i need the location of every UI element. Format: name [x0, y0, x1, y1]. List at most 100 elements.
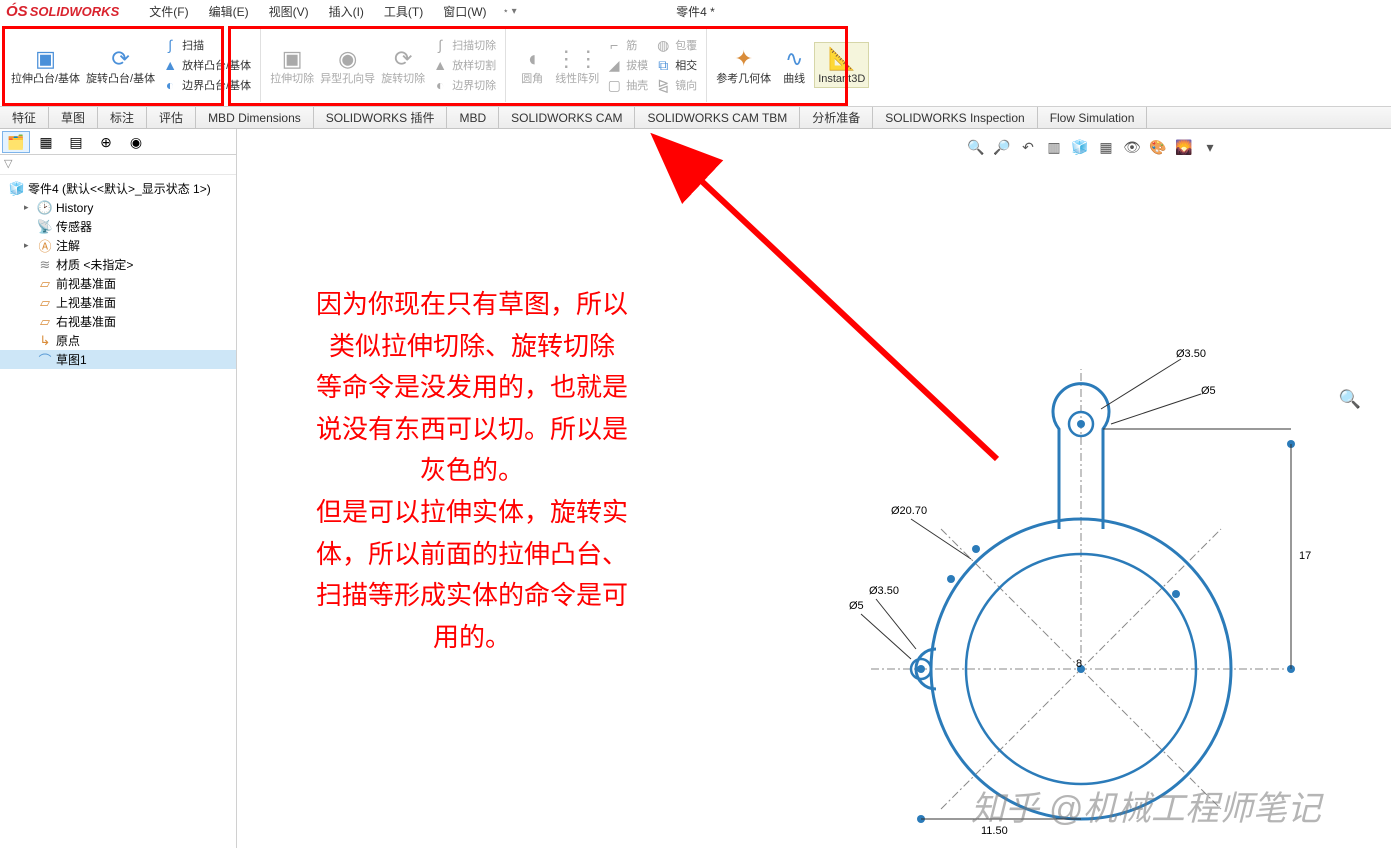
- wrap-icon: ◍: [654, 36, 672, 54]
- tab-mbd[interactable]: MBD: [447, 107, 499, 128]
- tab-features[interactable]: 特征: [0, 107, 49, 128]
- cut-boundary-button: ◐边界切除: [428, 75, 499, 95]
- tab-flowsim[interactable]: Flow Simulation: [1038, 107, 1148, 128]
- cut-sweep-icon: ∫: [431, 36, 449, 54]
- loft-button[interactable]: ▲放样凸台/基体: [158, 55, 254, 75]
- tab-evaluate[interactable]: 评估: [147, 107, 196, 128]
- dim-d5: Ø3.50: [869, 585, 899, 597]
- sb-tab-display[interactable]: ◉: [122, 131, 150, 153]
- shell-icon: ▢: [605, 76, 623, 94]
- plane-icon: ▱: [36, 276, 54, 292]
- tab-sketch[interactable]: 草图: [49, 107, 98, 128]
- tab-swcam-tbm[interactable]: SOLIDWORKS CAM TBM: [635, 107, 800, 128]
- expand-icon[interactable]: ▸: [24, 202, 36, 213]
- sb-tab-dim[interactable]: ⊕: [92, 131, 120, 153]
- cut-extrude-icon: ▣: [278, 45, 306, 73]
- cut-revolve-icon: ⟳: [389, 45, 417, 73]
- graphics-viewport[interactable]: 🔍 🔎 ↶ ▥ 🧊 ▦ 👁 🎨 🌄 ▾ 因为你现在只有草图，所以 类似拉伸切除、…: [237, 129, 1391, 848]
- ref-geom-icon: ✦: [730, 45, 758, 73]
- instant3d-icon: 📐: [828, 45, 856, 73]
- draft-icon: ◢: [605, 56, 623, 74]
- intersect-icon: ⧉: [654, 56, 672, 74]
- menu-edit[interactable]: 编辑(E): [199, 3, 259, 20]
- tab-analysis[interactable]: 分析准备: [800, 107, 873, 128]
- expand-icon[interactable]: ▸: [24, 240, 36, 251]
- hud-section[interactable]: ▥: [1043, 137, 1065, 157]
- feature-manager: 🗂️ ▦ ▤ ⊕ ◉ ▽ 🧊零件4 (默认<<默认>_显示状态 1>) ▸🕑Hi…: [0, 129, 237, 848]
- sweep-icon: ∫: [161, 36, 179, 54]
- sb-tab-config[interactable]: ▤: [62, 131, 90, 153]
- tab-addins[interactable]: SOLIDWORKS 插件: [314, 107, 448, 128]
- tree-sketch1[interactable]: ⌒草图1: [0, 350, 236, 369]
- tree-right-plane[interactable]: ▱右视基准面: [0, 312, 236, 331]
- hole-wizard-button: ◉ 异型孔向导: [317, 43, 378, 87]
- plane-icon: ▱: [36, 314, 54, 330]
- dim-d2: Ø5: [1201, 385, 1216, 397]
- hud-view-orient[interactable]: 🧊: [1069, 137, 1091, 157]
- tree-top-plane[interactable]: ▱上视基准面: [0, 293, 236, 312]
- tab-mbd-dim[interactable]: MBD Dimensions: [196, 107, 314, 128]
- menu-insert[interactable]: 插入(I): [319, 3, 374, 20]
- sketch-icon: ⌒: [36, 350, 54, 369]
- part-icon: 🧊: [8, 181, 26, 197]
- sweep-button[interactable]: ∫扫描: [158, 35, 254, 55]
- sketch-geometry: Ø3.50 Ø5 Ø20.70 Ø5 Ø3.50 8 17 11.50: [821, 249, 1341, 849]
- fillet-icon: ◖: [518, 45, 546, 73]
- cut-loft-button: ▲放样切割: [428, 55, 499, 75]
- instant3d-button[interactable]: 📐Instant3D: [814, 42, 869, 88]
- dim-d7: 17: [1299, 550, 1311, 562]
- hud-settings[interactable]: ▾: [1199, 137, 1221, 157]
- ref-geometry-button[interactable]: ✦参考几何体: [713, 43, 774, 87]
- hud-zoom-area[interactable]: 🔎: [991, 137, 1013, 157]
- wrap-button: ◍包覆: [651, 35, 700, 55]
- origin-icon: ↳: [36, 333, 54, 349]
- tree-sensors[interactable]: 📡传感器: [0, 217, 236, 236]
- sb-tab-feature-tree[interactable]: 🗂️: [2, 131, 30, 153]
- intersect-button[interactable]: ⧉相交: [651, 55, 700, 75]
- sb-tab-property[interactable]: ▦: [32, 131, 60, 153]
- fillet-button: ◖圆角: [512, 43, 552, 87]
- menu-window[interactable]: 窗口(W): [433, 3, 496, 20]
- tree-annotations[interactable]: ▸Ⓐ注解: [0, 236, 236, 255]
- sensor-icon: 📡: [36, 219, 54, 235]
- menu-view[interactable]: 视图(V): [259, 3, 319, 20]
- annotation-text: 因为你现在只有草图，所以 类似拉伸切除、旋转切除 等命令是没发用的，也就是 说没…: [287, 284, 657, 658]
- ribbon-group-cut: ▣ 拉伸切除 ◉ 异型孔向导 ⟳ 旋转切除 ∫扫描切除 ▲放样切割 ◐边界切除: [263, 24, 503, 106]
- menu-file[interactable]: 文件(F): [139, 3, 198, 20]
- ribbon-group-features: ▣ 拉伸凸台/基体 ⟳ 旋转凸台/基体 ∫扫描 ▲放样凸台/基体 ◐边界凸台/基…: [4, 24, 258, 106]
- curves-button[interactable]: ∿曲线: [774, 43, 814, 87]
- revolve-label: 旋转凸台/基体: [86, 73, 155, 85]
- rib-icon: ⌐: [605, 36, 623, 54]
- hud-zoom-fit[interactable]: 🔍: [965, 137, 987, 157]
- tree-material[interactable]: ≋材质 <未指定>: [0, 255, 236, 274]
- shell-button: ▢抽壳: [602, 75, 651, 95]
- menu-tools[interactable]: 工具(T): [374, 3, 433, 20]
- dim-d4: Ø5: [849, 600, 864, 612]
- draft-button: ◢拔模: [602, 55, 651, 75]
- hud-display-style[interactable]: ▦: [1095, 137, 1117, 157]
- hud-scene[interactable]: 🌄: [1173, 137, 1195, 157]
- history-icon: 🕑: [36, 200, 54, 216]
- rib-button: ⌐筋: [602, 35, 651, 55]
- magnify-icon[interactable]: 🔍: [1339, 389, 1361, 410]
- boundary-button[interactable]: ◐边界凸台/基体: [158, 75, 254, 95]
- curves-icon: ∿: [780, 45, 808, 73]
- ribbon-tabs: 特征 草图 标注 评估 MBD Dimensions SOLIDWORKS 插件…: [0, 107, 1391, 129]
- revolve-boss-button[interactable]: ⟳ 旋转凸台/基体: [83, 43, 158, 87]
- hud-hide-show[interactable]: 👁: [1121, 137, 1143, 157]
- menu-overflow-icon[interactable]: ⋆ ▾: [503, 6, 517, 17]
- tree-filter[interactable]: ▽: [0, 155, 236, 175]
- hud-appearance[interactable]: 🎨: [1147, 137, 1169, 157]
- tab-swcam[interactable]: SOLIDWORKS CAM: [499, 107, 635, 128]
- tree-history[interactable]: ▸🕑History: [0, 198, 236, 217]
- ribbon: ▣ 拉伸凸台/基体 ⟳ 旋转凸台/基体 ∫扫描 ▲放样凸台/基体 ◐边界凸台/基…: [0, 22, 1391, 107]
- hud-prev-view[interactable]: ↶: [1017, 137, 1039, 157]
- plane-icon: ▱: [36, 295, 54, 311]
- main: 🗂️ ▦ ▤ ⊕ ◉ ▽ 🧊零件4 (默认<<默认>_显示状态 1>) ▸🕑Hi…: [0, 129, 1391, 848]
- tab-inspection[interactable]: SOLIDWORKS Inspection: [873, 107, 1037, 128]
- tree-front-plane[interactable]: ▱前视基准面: [0, 274, 236, 293]
- tab-annotate[interactable]: 标注: [98, 107, 147, 128]
- tree-root[interactable]: 🧊零件4 (默认<<默认>_显示状态 1>): [0, 179, 236, 198]
- tree-origin[interactable]: ↳原点: [0, 331, 236, 350]
- extrude-boss-button[interactable]: ▣ 拉伸凸台/基体: [8, 43, 83, 87]
